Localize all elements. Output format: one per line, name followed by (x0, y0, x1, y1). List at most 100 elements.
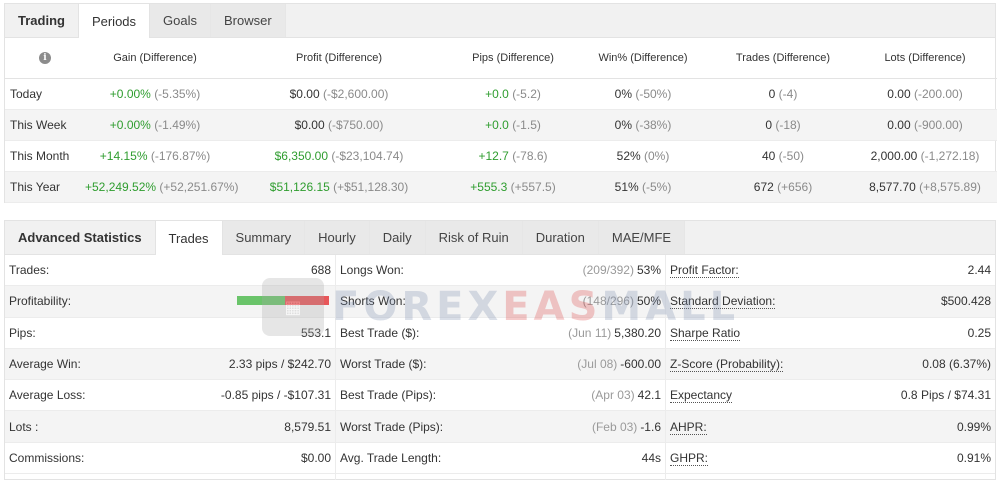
stat-value-text: -0.85 pips / -$107.31 (220, 388, 331, 403)
stat-label[interactable]: Sharpe Ratio (670, 325, 968, 341)
stat-label[interactable]: GHPR: (670, 450, 957, 466)
stat-label-text[interactable]: Expectancy (670, 388, 733, 404)
trades-difference: (+656) (777, 179, 813, 194)
stat-date: (Jun 11) (568, 325, 612, 340)
cell-gain: +52,249.52% (+52,251.67%) (85, 171, 238, 203)
gain-difference: (-1.49%) (154, 117, 201, 132)
stat-row: Trades: 688 (5, 255, 335, 287)
stat-value-text: $500.428 (940, 294, 991, 309)
tab-mae-mfe[interactable]: MAE/MFE (598, 221, 686, 254)
tab-goals[interactable]: Goals (150, 4, 211, 37)
stat-row: Profitability: (5, 286, 335, 318)
stat-label[interactable]: AHPR: (670, 419, 957, 435)
trades-value: 0 (768, 86, 776, 101)
stat-value: 553.1 (301, 326, 331, 340)
stats-column-general: Trades: 688 Profitability: Pips: 553.1 Averag… (5, 255, 335, 480)
trades-difference: (-4) (778, 86, 798, 101)
stat-label-text[interactable]: Standard Deviation: (670, 294, 776, 310)
stat-row: Best Trade ($): (Jun 11) 5,380.20 (336, 318, 665, 349)
stat-value-text: 0.8 Pips / $74.31 (900, 388, 991, 403)
lots-difference: (-200.00) (914, 86, 963, 101)
profitability-loss-segment (284, 296, 329, 306)
win-value: 51% (614, 179, 639, 194)
stat-date: (209/392) (582, 263, 634, 278)
stats-column-ratios: Profit Factor: 2.44 Standard Deviation: $50… (665, 255, 995, 480)
tab-advanced-statistics: Advanced Statistics (5, 221, 155, 254)
stat-row: AHPR: 0.99% (666, 411, 995, 443)
tab-hourly[interactable]: Hourly (305, 221, 370, 254)
trades-value: 40 (761, 148, 776, 163)
pips-difference: (-5.2) (512, 86, 541, 101)
stat-row: Avg. Trade Length: 44s (336, 443, 665, 475)
stat-row: Average Win: 2.33 pips / $242.70 (5, 348, 335, 381)
pips-difference: (+557.5) (510, 179, 556, 194)
stat-label: Average Win: (9, 357, 229, 371)
stat-label-text[interactable]: Sharpe Ratio (670, 325, 741, 341)
lots-value: 0.00 (887, 117, 911, 132)
stat-value: 0.8 Pips / $74.31 (901, 388, 991, 402)
stat-row: Worst Trade ($): (Jul 08) -600.00 (336, 348, 665, 381)
pips-difference: (-1.5) (512, 117, 541, 132)
win-difference: (0%) (644, 148, 670, 163)
periods-table: i Gain (Difference) Profit (Difference) … (5, 38, 997, 203)
stat-value-text: $0.00 (300, 450, 331, 465)
stat-value: 8,579.51 (284, 420, 331, 434)
profit-value: $6,350.00 (274, 148, 328, 163)
gain-value: +0.00% (109, 117, 151, 132)
stat-row: Worst Trade (Pips): (Feb 03) -1.6 (336, 411, 665, 443)
lots-value: 2,000.00 (870, 148, 918, 163)
win-value: 0% (614, 117, 632, 132)
tab-duration[interactable]: Duration (522, 221, 599, 254)
stat-label: Pips: (9, 326, 301, 340)
info-icon[interactable]: i (39, 52, 51, 65)
periods-panel: Trading Periods Goals Browser i Gain (Di… (4, 3, 997, 203)
stat-row: Shorts Won: (148/296) 50% (336, 286, 665, 318)
stat-date: (Apr 03) (591, 388, 635, 403)
cell-profit: $51,126.15 (+$51,128.30) (225, 171, 453, 203)
tab-summary[interactable]: Summary (222, 221, 306, 254)
pips-value: +0.0 (485, 117, 509, 132)
stat-label: Average Loss: (9, 388, 221, 402)
stat-value-text: 0.25 (967, 325, 991, 340)
tab-risk-of-ruin[interactable]: Risk of Ruin (425, 221, 523, 254)
cell-trades: 0 (-4) (713, 78, 853, 110)
advanced-stats-grid: Trades: 688 Profitability: Pips: 553.1 Averag… (5, 255, 995, 480)
stat-label[interactable]: Profit Factor: (670, 263, 968, 279)
stat-label-text: Commissions: (9, 450, 85, 465)
cell-win: 51% (-5%) (573, 171, 713, 203)
stat-value: (Jul 08) -600.00 (577, 357, 661, 371)
stat-label-text: Average Win: (9, 357, 81, 372)
stat-label[interactable]: Standard Deviation: (670, 294, 941, 310)
profitability-bar (237, 296, 329, 306)
cell-trades: 40 (-50) (713, 140, 853, 172)
col-header-profit: Profit (Difference) (225, 38, 453, 79)
stat-value: 2.44 (968, 263, 991, 277)
stat-label[interactable]: Expectancy (670, 388, 901, 404)
stat-row: Average Loss: -0.85 pips / -$107.31 (5, 380, 335, 412)
stat-value (237, 294, 331, 308)
tab-browser[interactable]: Browser (211, 4, 286, 37)
stat-label[interactable]: Z-Score (Probability): (670, 357, 922, 373)
stat-label-text: Trades: (9, 263, 50, 278)
stat-row: Commissions: $0.00 (5, 443, 335, 475)
period-label: This Year (5, 171, 85, 203)
cell-pips: +12.7 (-78.6) (453, 140, 573, 172)
profit-difference: (-$2,600.00) (323, 86, 389, 101)
stat-label: Shorts Won: (340, 294, 583, 308)
tab-trades[interactable]: Trades (154, 221, 223, 255)
stat-label-text[interactable]: AHPR: (670, 419, 707, 435)
stat-label-text[interactable]: Z-Score (Probability): (670, 357, 784, 373)
stat-label: Longs Won: (340, 263, 583, 277)
pips-value: +555.3 (470, 179, 508, 194)
stat-value-text: 8,579.51 (284, 419, 331, 434)
stat-value: 2.33 pips / $242.70 (229, 357, 331, 371)
stat-value: (Jun 11) 5,380.20 (568, 326, 661, 340)
cell-lots: 8,577.70 (+8,575.89) (853, 171, 997, 203)
tab-daily[interactable]: Daily (369, 221, 426, 254)
tab-periods[interactable]: Periods (77, 4, 151, 38)
trades-value: 0 (765, 117, 772, 132)
stat-value-text: 53% (636, 263, 661, 278)
stat-label-text[interactable]: GHPR: (670, 450, 709, 466)
tab-trading[interactable]: Trading (5, 4, 78, 37)
stat-label-text[interactable]: Profit Factor: (670, 263, 739, 279)
